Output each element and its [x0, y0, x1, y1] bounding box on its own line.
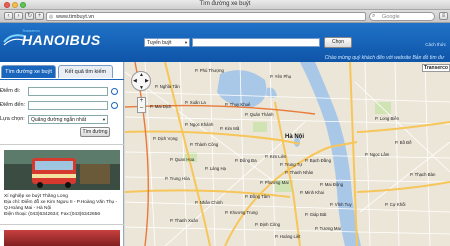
- address-bar[interactable]: ◎ www.timbuyt.vn: [46, 12, 366, 21]
- window-titlebar: Tìm đường xe buýt: [0, 0, 450, 10]
- panel-divider-2: [0, 224, 124, 225]
- company-phone: Điện thoại: (043)6342634; Fax:(043)63426…: [4, 212, 101, 217]
- pan-down-icon[interactable]: ▼: [139, 85, 144, 91]
- map-label: P. Giáp Bát: [305, 212, 327, 217]
- map-label: P. Thanh Xuân: [170, 218, 199, 223]
- header-search-button[interactable]: Chọn: [324, 37, 352, 48]
- tab-search-results[interactable]: Kết quả tìm kiếm: [58, 65, 113, 78]
- map-label: P. Yên Phụ: [270, 74, 292, 79]
- map-label: P. Ngọc Khánh: [185, 122, 214, 127]
- map-label: P. Ngọc Lâm: [365, 152, 390, 157]
- map-label: P. Trung Hòa: [165, 176, 190, 181]
- bus-photo: [4, 150, 120, 190]
- panel-divider: [0, 144, 124, 145]
- route-option-value: Quãng đường ngắn nhất: [31, 117, 87, 123]
- map-label: P. Mai Dịch: [150, 104, 172, 109]
- map-label: P. Thành Công: [190, 142, 219, 147]
- chevron-down-icon: ▼: [184, 40, 188, 45]
- map-label: P. Quán Thánh: [245, 112, 274, 117]
- map-label: P. Láng Hạ: [205, 166, 226, 171]
- map-label: P. Đồng Tâm: [245, 194, 270, 199]
- reload-button[interactable]: ↻: [25, 12, 34, 20]
- map-label: P. Bồ Đề: [395, 140, 412, 145]
- option-row: Lựa chọn: Quãng đường ngắn nhất ▼: [0, 115, 124, 125]
- map-label: P. Phương Mai: [260, 180, 289, 185]
- zoom-in-button[interactable]: +: [138, 98, 145, 105]
- search-icon: ⌕: [372, 13, 376, 19]
- map-label: P. Mai Động: [320, 182, 344, 187]
- map-label: P. Thanh Nhàn: [285, 170, 314, 175]
- from-label: Điểm đi:: [0, 88, 21, 94]
- route-type-select[interactable]: Tuyến buýt ▼: [144, 38, 190, 47]
- forward-button[interactable]: ›: [14, 12, 23, 20]
- map-label: P. Đống Đa: [235, 158, 257, 163]
- find-route-button[interactable]: Tìm đường: [80, 127, 110, 137]
- route-type-value: Tuyến buýt: [147, 40, 172, 46]
- zoom-out-button[interactable]: –: [138, 105, 145, 112]
- add-button[interactable]: +: [35, 12, 44, 20]
- header-links[interactable]: Cách thức: [425, 42, 446, 47]
- to-row: Điểm đến:: [0, 101, 124, 111]
- from-pin-icon[interactable]: [111, 88, 118, 95]
- welcome-marquee: Chào mừng quý khách đến với website Bản …: [324, 55, 444, 61]
- url-text: www.timbuyt.vn: [56, 14, 95, 20]
- from-input[interactable]: [28, 87, 108, 96]
- map-label: P. Thạch Bàn: [410, 172, 436, 177]
- map-zoom-control: + –: [137, 97, 146, 113]
- map-label: P. Trung Tự: [280, 162, 303, 167]
- map-label: P. Khương Trung: [225, 210, 258, 215]
- map-label: P. Thụy Khuê: [225, 102, 251, 107]
- header-search-input[interactable]: [192, 38, 320, 47]
- site-header: Transerco HANOIBUS Tuyến buýt ▼ Chọn Các…: [0, 23, 450, 62]
- to-input[interactable]: [28, 101, 108, 110]
- left-panel: Tìm đường xe buýt Kết quả tìm kiếm Điểm …: [0, 62, 124, 246]
- pan-up-icon[interactable]: ▲: [139, 72, 144, 78]
- browser-search-placeholder: Google: [382, 14, 400, 20]
- map-label: P. Nhân Chính: [195, 200, 223, 205]
- map-label: P. Long Biên: [375, 116, 400, 121]
- map-label: P. Xuân La: [185, 100, 206, 105]
- map-label: P. Hoàng Liệt: [275, 234, 301, 239]
- browser-search-field[interactable]: ⌕ Google: [369, 12, 435, 21]
- map-label: P. Quan Hoa: [170, 157, 195, 162]
- map-label: P. Tương Mai: [315, 226, 341, 231]
- bus-photo-2: [4, 230, 120, 246]
- bus-image-icon: [4, 150, 120, 190]
- site-logo[interactable]: HANOIBUS: [22, 32, 101, 48]
- option-label: Lựa chọn:: [0, 116, 25, 122]
- to-pin-icon[interactable]: [111, 102, 118, 109]
- route-option-select[interactable]: Quãng đường ngắn nhất ▼: [28, 115, 108, 124]
- map-label: P. Kim Liên: [265, 154, 287, 159]
- map-label: P. Nghĩa Tân: [155, 84, 180, 89]
- map-label: P. Cự Khối: [385, 202, 406, 207]
- to-label: Điểm đến:: [0, 102, 26, 108]
- transerco-badge[interactable]: Transerco: [422, 64, 450, 72]
- globe-icon: ◎: [49, 14, 54, 20]
- tab-divider: [0, 79, 124, 80]
- map-label: P. Dịch Vọng: [153, 136, 178, 141]
- pan-right-icon[interactable]: ▶: [145, 78, 149, 84]
- from-row: Điểm đi:: [0, 87, 124, 97]
- browser-toolbar: ‹ › ↻ + ◎ www.timbuyt.vn ⌕ Google ≡: [0, 10, 450, 23]
- window-title: Tìm đường xe buýt: [199, 1, 251, 7]
- pan-left-icon[interactable]: ◀: [133, 78, 137, 84]
- map-label: P. Minh Khai: [300, 190, 324, 195]
- map-label: P. Vĩnh Tuy: [330, 202, 352, 207]
- panel-tabs: Tìm đường xe buýt Kết quả tìm kiếm: [0, 64, 124, 80]
- menu-button[interactable]: ≡: [439, 12, 448, 20]
- map-pan-control[interactable]: ▲ ▼ ◀ ▶: [131, 71, 151, 91]
- map-label-hanoi: Hà Nội: [285, 134, 305, 140]
- route-map[interactable]: Hà Nội P. Nghĩa Tân P. Yên Phụ P. Quán T…: [125, 62, 450, 246]
- map-label: P. Phú Thượng: [195, 68, 224, 73]
- map-label: P. Bạch Đằng: [305, 158, 331, 163]
- map-label: P. Kim Mã: [220, 126, 240, 131]
- back-button[interactable]: ‹: [4, 12, 13, 20]
- map-label: P. Định Công: [255, 222, 281, 227]
- tab-route-search[interactable]: Tìm đường xe buýt: [1, 65, 56, 78]
- chevron-down-icon: ▼: [102, 117, 106, 122]
